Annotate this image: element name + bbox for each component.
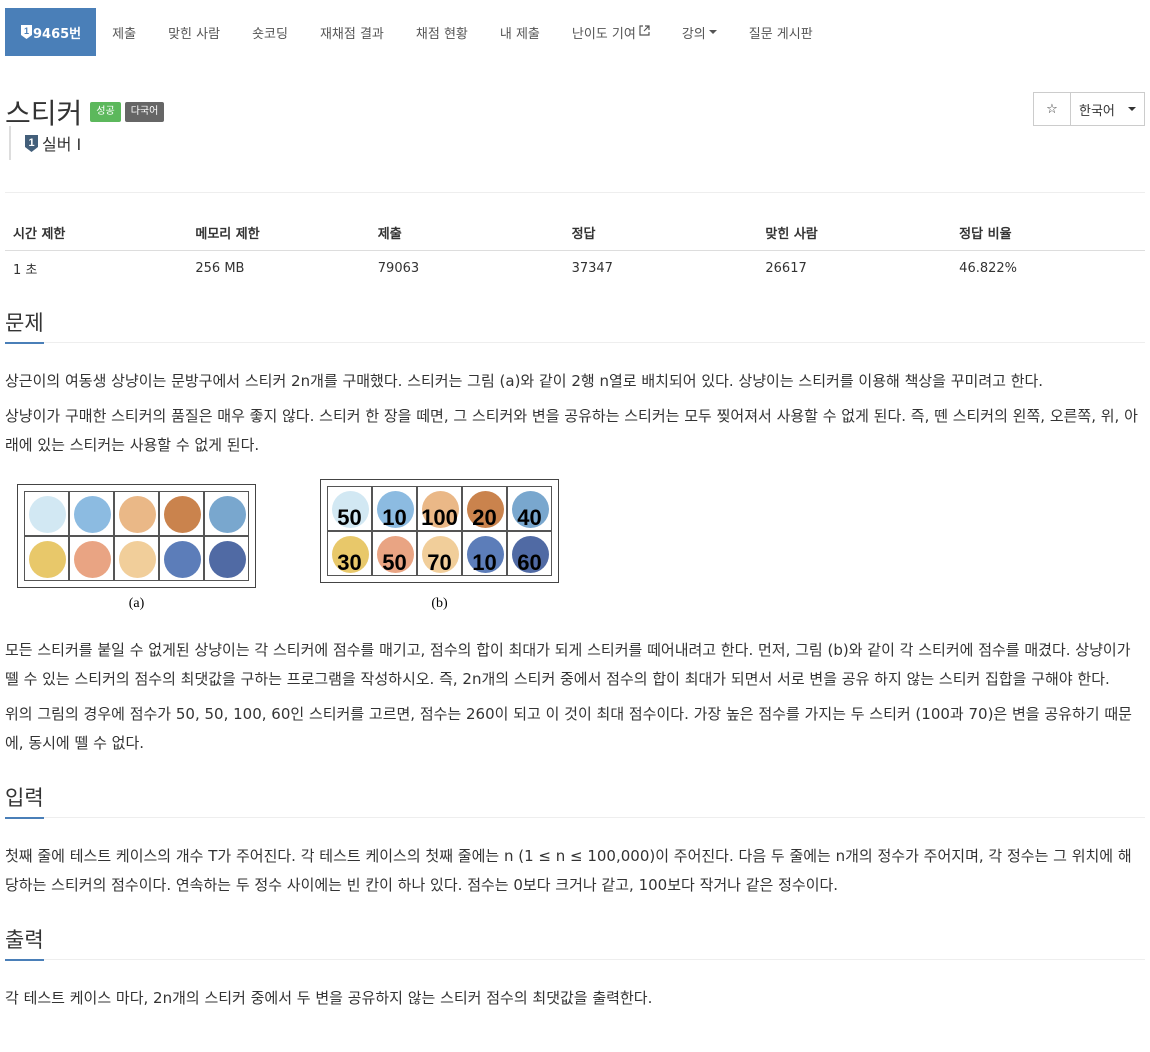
output-section: 출력 각 테스트 케이스 마다, 2n개의 스티커 중에서 두 변을 공유하지 … [5,924,1145,1013]
silver-tier-icon: 1 [24,134,39,153]
language-select-value: 한국어 [1079,103,1115,119]
problem-header: 스티커 성공 다국어 ☆ 한국어 [5,92,1145,132]
nav-rejudge[interactable]: 재채점 결과 [304,8,400,56]
section-heading: 출력 [5,924,1145,961]
col-accept-ratio: 정답 비율 [951,215,1145,251]
sticker-score: 50 [337,504,362,530]
nav-difficulty-contribution[interactable]: 난이도 기여 [556,8,666,56]
accept-ratio-value: 46.822% [959,261,1018,277]
input-section: 입력 첫째 줄에 테스트 케이스의 개수 T가 주어진다. 각 테스트 케이스의… [5,782,1145,900]
star-icon: ☆ [1046,101,1058,117]
nav-my-submissions[interactable]: 내 제출 [484,8,556,56]
problem-menu: 1 9465번 제출 맞힌 사람 숏코딩 재채점 결과 채점 현황 내 제출 난… [5,8,1145,56]
favorite-button[interactable]: ☆ [1033,92,1071,126]
sticker-score: 100 [421,504,458,530]
problem-description-section: 문제 상근이의 여동생 상냥이는 문방구에서 스티커 2n개를 구매했다. 스티… [5,307,1145,758]
problem-actions: ☆ 한국어 [1033,92,1145,126]
sticker-image [164,540,201,578]
chevron-down-icon [1128,107,1136,111]
sticker-score: 20 [472,504,497,530]
tier-number: 1 [28,137,34,149]
nav-lectures-label: 강의 [681,26,706,42]
solved-badge: 성공 [90,102,121,122]
col-submissions: 제출 [369,215,564,251]
problem-paragraph-2: 상냥이가 구매한 스티커의 품질은 매우 좋지 않다. 스티커 한 장을 떼면,… [5,406,1138,454]
language-select[interactable]: 한국어 [1071,92,1145,126]
sticker-score: 50 [382,549,407,575]
sticker-score: 60 [517,549,542,575]
solved-users-value: 26617 [765,261,807,277]
problem-title-block: 스티커 성공 다국어 [5,92,165,132]
submissions-value: 79063 [377,261,420,277]
chevron-down-icon [708,30,717,34]
sticker-image [164,495,201,533]
nav-qna-board[interactable]: 질문 게시판 [733,8,829,56]
problem-number: 9465번 [33,26,82,42]
sticker-score: 30 [337,549,362,575]
table-header-row: 시간 제한 메모리 제한 제출 정답 맞힌 사람 정답 비율 [5,215,1145,251]
problem-paragraph-3: 모든 스티커를 붙일 수 없게된 상냥이는 각 스티커에 점수를 매기고, 점수… [5,640,1131,688]
nav-status[interactable]: 채점 현황 [400,8,484,56]
nav-short-coding[interactable]: 숏코딩 [236,8,304,56]
figure-a: (a) [17,483,256,624]
problem-heading: 문제 [5,307,44,344]
output-heading: 출력 [5,924,44,961]
sticker-score: 70 [427,549,452,575]
sticker-image [119,495,156,533]
silver-tier-icon: 1 [20,24,33,40]
sticker-score: 10 [472,549,497,575]
figure-a-caption: (a) [128,595,145,611]
sticker-grid-b: 50 10 100 20 40 30 50 70 10 60 [320,478,559,583]
divider [5,192,1145,193]
accepted-value: 37347 [571,261,613,277]
table-row: 1 초 256 MB 79063 37347 26617 46.822% [5,251,1145,287]
input-heading: 입력 [5,782,44,819]
sticker-image [209,495,246,533]
sticker-image [29,540,66,578]
nav-difficulty-label: 난이도 기여 [571,26,636,42]
problem-title: 스티커 [5,97,83,130]
tier-name: 실버 I [42,135,82,154]
col-accepted: 정답 [563,215,758,251]
input-paragraph: 첫째 줄에 테스트 케이스의 개수 T가 주어진다. 각 테스트 케이스의 첫째… [5,846,1132,894]
sticker-grid-a [17,483,256,588]
col-time-limit: 시간 제한 [5,215,188,251]
time-limit-value: 1 초 [13,263,38,279]
svg-text:1: 1 [24,26,29,36]
problem-number-tab[interactable]: 1 9465번 [5,8,97,56]
sticker-image [29,495,66,533]
sticker-image [74,540,111,578]
problem-paragraph-4: 위의 그림의 경우에 점수가 50, 50, 100, 60인 스티커를 고르면… [5,704,1132,752]
figure-b: 50 10 100 20 40 30 50 70 10 60 (b) [320,478,559,624]
output-paragraph: 각 테스트 케이스 마다, 2n개의 스티커 중에서 두 변을 공유하지 않는 … [5,988,653,1007]
col-memory-limit: 메모리 제한 [187,215,370,251]
sticker-image [209,540,246,578]
problem-info-table: 시간 제한 메모리 제한 제출 정답 맞힌 사람 정답 비율 1 초 256 M… [5,215,1145,287]
sticker-image [119,540,156,578]
external-link-icon [639,24,650,40]
problem-paragraph-1: 상근이의 여동생 상냥이는 문방구에서 스티커 2n개를 구매했다. 스티커는 … [5,371,1044,390]
memory-limit-value: 256 MB [195,261,245,277]
section-heading: 입력 [5,782,1145,819]
sticker-figures: (a) 50 10 100 20 40 30 50 70 10 60 (b) [5,478,1145,624]
figure-b-caption: (b) [431,595,448,611]
sticker-image [74,495,111,533]
col-solved-users: 맞힌 사람 [757,215,952,251]
nav-lectures-dropdown[interactable]: 강의 [666,8,733,56]
multilang-badge: 다국어 [124,102,165,122]
section-heading: 문제 [5,307,1145,344]
nav-solved-users[interactable]: 맞힌 사람 [152,8,236,56]
nav-submit[interactable]: 제출 [96,8,152,56]
sticker-score: 40 [517,504,542,530]
sticker-score: 10 [382,504,407,530]
